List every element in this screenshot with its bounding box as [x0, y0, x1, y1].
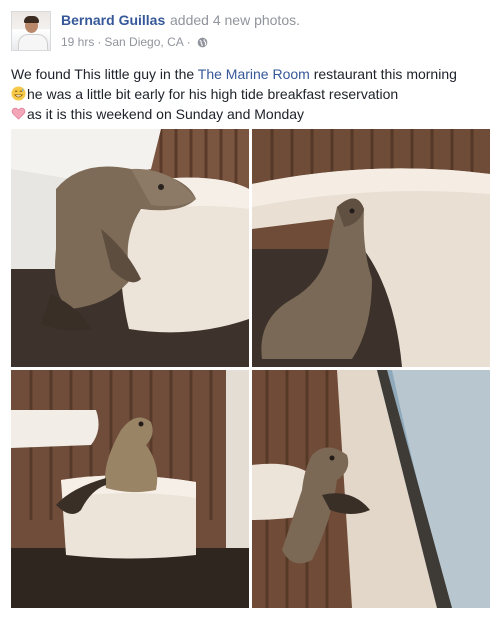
pink-heart-emoji-icon — [11, 106, 26, 121]
author-name-link[interactable]: Bernard Guillas — [61, 12, 165, 28]
post-timestamp[interactable]: 19 hrs — [61, 35, 94, 49]
marine-room-link[interactable]: The Marine Room — [198, 66, 310, 82]
post-meta: 19 hrs · San Diego, CA · — [61, 35, 208, 49]
photo-2[interactable] — [252, 129, 490, 367]
photo-3[interactable] — [11, 370, 249, 608]
meta-separator: · — [97, 35, 102, 49]
facebook-post: Bernard Guillas added 4 new photos. 19 h… — [0, 0, 500, 619]
post-action-text: added 4 new photos. — [170, 12, 300, 28]
post-text-line-1: We found This little guy in the The Mari… — [11, 66, 457, 82]
post-text: We found This little guy in the The Mari… — [11, 64, 491, 124]
post-location[interactable]: San Diego, CA — [104, 35, 183, 49]
grinning-sweat-emoji-icon — [11, 86, 26, 101]
globe-icon[interactable] — [197, 37, 208, 48]
photo-4[interactable] — [252, 370, 490, 608]
photo-1[interactable] — [11, 129, 249, 367]
post-text-line-2: he was a little bit early for his high t… — [11, 84, 491, 104]
author-avatar[interactable] — [11, 11, 51, 51]
meta-separator-2: · — [186, 35, 191, 49]
post-text-line-3: as it is this weekend on Sunday and Mond… — [11, 104, 491, 124]
